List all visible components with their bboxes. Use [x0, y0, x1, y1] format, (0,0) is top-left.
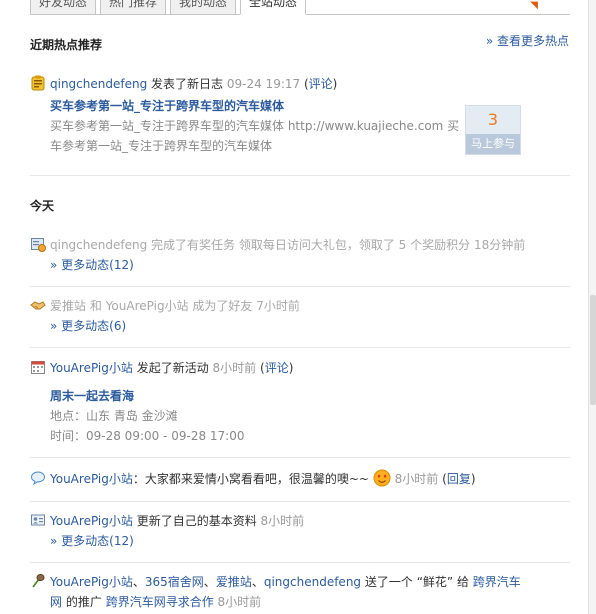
separator: 、	[132, 575, 145, 589]
feed-user-link[interactable]: YouArePig小站	[50, 472, 133, 486]
hot-comment-link[interactable]: 评论	[309, 77, 333, 91]
tab-accent-mark: ◥	[530, 0, 538, 11]
feed-user-link[interactable]: YouArePig小站	[50, 361, 133, 375]
feed-text: 发起了新活动	[136, 361, 209, 375]
feed-item-gift: YouArePig小站、365宿舍网、爱推站、qingchendefeng 送了…	[30, 572, 570, 612]
divider	[30, 562, 570, 563]
tab-hot-recommend[interactable]: 热门推荐	[100, 0, 167, 15]
tab-site-feed[interactable]: 全站动态	[240, 0, 307, 15]
profile-card-icon	[30, 512, 46, 528]
join-count: 3	[487, 110, 499, 129]
gift-user-link[interactable]: 爱推站	[216, 575, 252, 589]
separator: 、	[203, 575, 216, 589]
more-feed-link[interactable]: » 更多动态(12)	[50, 534, 134, 548]
divider	[30, 457, 570, 458]
divider	[30, 175, 570, 176]
feed-time: 8小时前	[217, 595, 262, 609]
scrollbar[interactable]	[588, 0, 596, 614]
calendar-icon	[30, 359, 46, 375]
feed-item-friend: 爱推站 和 YouArePig小站 成为了好友 7小时前 » 更多动态(6)	[30, 296, 570, 336]
today-section-heading: 今天	[30, 199, 55, 213]
feed-item-event: YouArePig小站 发起了新活动 8小时前 (评论) 周末一起去看海 地点：…	[30, 358, 570, 446]
hot-action-text: 发表了新日志	[151, 77, 224, 91]
gift-text-2: 的推广	[65, 595, 102, 609]
feed-user2-link[interactable]: YouArePig小站	[106, 299, 189, 313]
reply-link[interactable]: 回复	[447, 472, 471, 486]
feed-user-link[interactable]: 爱推站	[50, 299, 86, 313]
feed-time: 8小时前	[394, 472, 439, 486]
hot-section-heading: 近期热点推荐	[30, 38, 103, 52]
feed-text: 完成了有奖任务 领取每日访问大礼包，领取了 5 个奖励积分	[151, 238, 471, 252]
gift-target3-link[interactable]: 跨界汽车网寻求合作	[106, 595, 214, 609]
event-title-link[interactable]: 周末一起去看海	[50, 389, 134, 403]
feed-user-link[interactable]: qingchendefeng	[50, 238, 147, 252]
divider	[30, 286, 570, 287]
hot-article-title[interactable]: 买车参考第一站_专注于跨界车型的汽车媒体	[50, 99, 284, 113]
gift-text: 送了一个 “鲜花” 给	[364, 575, 469, 589]
heart-eyes-emoji-icon	[373, 469, 391, 487]
feed-time: 18分钟前	[473, 238, 526, 252]
feed-user-link[interactable]: YouArePig小站	[50, 514, 133, 528]
event-place: 地点：山东 青岛 金沙滩	[50, 409, 178, 423]
separator: 、	[251, 575, 264, 589]
gift-target-link-cont[interactable]: 网	[50, 595, 62, 609]
feed-status-text: ：大家都来爱情小窝看看吧，很温馨的噢~~	[132, 472, 369, 486]
divider	[30, 501, 570, 502]
flower-gift-icon	[30, 573, 46, 589]
hot-time: 09-24 19:17	[226, 77, 301, 91]
more-feed-link[interactable]: » 更多动态(12)	[50, 258, 134, 272]
gift-user-link[interactable]: YouArePig小站	[50, 575, 133, 589]
tab-friends-feed[interactable]: 好友动态	[30, 0, 97, 15]
event-time: 时间：09-28 09:00 - 09-28 17:00	[50, 429, 245, 443]
tab-my-feed[interactable]: 我的动态	[170, 0, 237, 15]
more-feed-link[interactable]: » 更多动态(6)	[50, 319, 126, 333]
feed-item-task: qingchendefeng 完成了有奖任务 领取每日访问大礼包，领取了 5 个…	[30, 235, 570, 275]
join-now-button[interactable]: 马上参与	[466, 134, 520, 154]
hot-user-link[interactable]: qingchendefeng	[50, 77, 147, 91]
more-hot-link[interactable]: » 查看更多热点	[486, 32, 569, 49]
feed-time: 8小时前	[212, 361, 257, 375]
join-box[interactable]: 3 马上参与	[465, 105, 521, 155]
chat-icon	[30, 470, 46, 486]
handshake-icon	[30, 297, 46, 313]
event-comment-link[interactable]: 评论	[265, 361, 289, 375]
feed-text: 成为了好友	[192, 299, 253, 313]
feed-text: 更新了自己的基本资料	[136, 514, 257, 528]
scroll-thumb[interactable]	[590, 295, 596, 405]
gift-user-link[interactable]: qingchendefeng	[264, 575, 361, 589]
gift-user-link[interactable]: 365宿舍网	[145, 575, 204, 589]
feed-item-profile: YouArePig小站 更新了自己的基本资料 8小时前 » 更多动态(12)	[30, 511, 570, 551]
feed-joiner: 和	[89, 299, 102, 313]
feed-time: 7小时前	[256, 299, 300, 313]
gift-target-link[interactable]: 跨界汽车	[473, 575, 521, 589]
blog-icon	[30, 75, 46, 91]
divider	[30, 347, 570, 348]
feed-tabs: 好友动态 热门推荐 我的动态 全站动态	[30, 0, 570, 15]
feed-time: 8小时前	[260, 514, 305, 528]
feed-item-status: YouArePig小站：大家都来爱情小窝看看吧，很温馨的噢~~ 8小时前 (回复…	[30, 469, 570, 489]
task-icon	[30, 236, 46, 252]
